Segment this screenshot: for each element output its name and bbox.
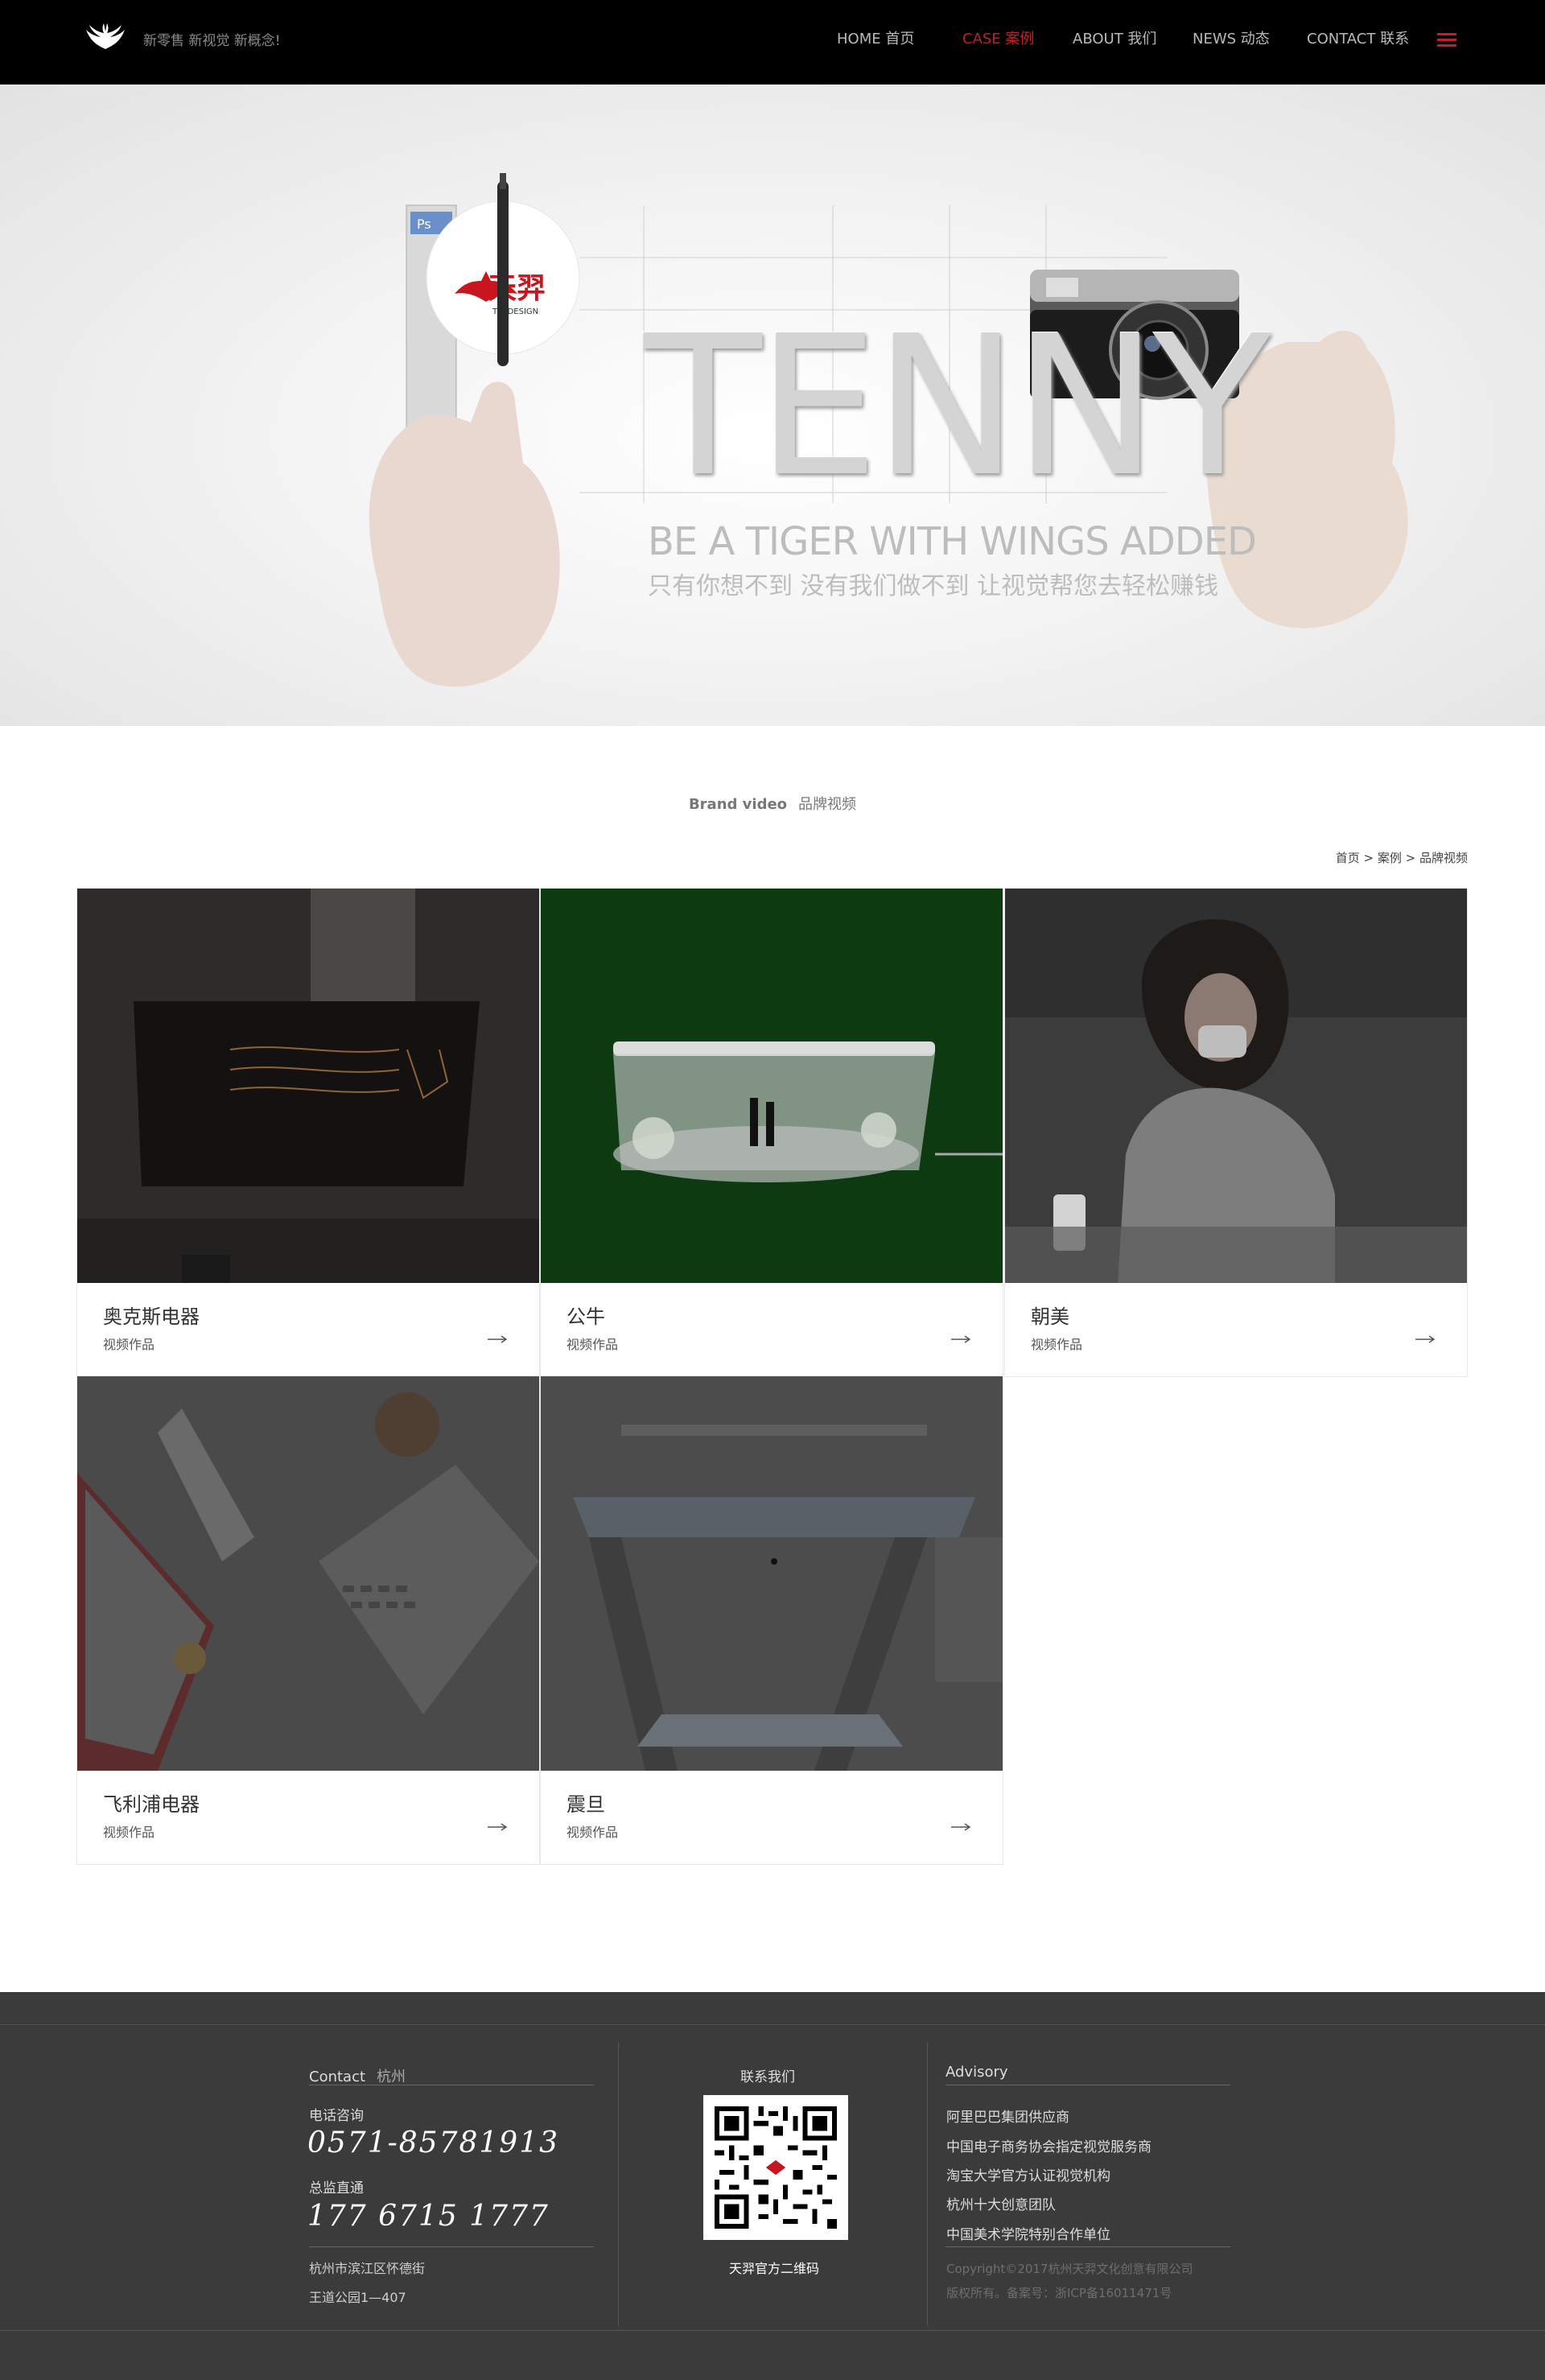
case-card-aurora[interactable]: 震旦 视频作品 [540,1376,1003,1865]
svg-text:Ps: Ps [417,217,431,232]
case-thumbnail[interactable] [77,1376,539,1771]
director-label: 总监直通 [309,2180,364,2196]
footer-divider [946,2246,1230,2247]
arrow-right-icon[interactable] [1415,1334,1436,1344]
copyright-line-2: 版权所有。备案号：浙ICP备16011471号 [946,2286,1172,2300]
phone-label: 电话咨询 [309,2108,364,2124]
advisory-item: 阿里巴巴集团供应商 [946,2110,1069,2126]
case-card-aux[interactable]: 奥克斯电器 视频作品 [76,888,540,1377]
qr-title: 联系我们 [740,2069,795,2085]
qr-caption: 天羿官方二维码 [729,2261,820,2276]
advisory-title: Advisory [946,2064,1008,2081]
main-nav: HOME 首页 CASE 案例 ABOUT 我们 NEWS 动态 CONTACT… [0,27,1545,52]
case-subtitle: 视频作品 [1031,1337,1083,1352]
case-card-bull[interactable]: 公牛 视频作品 [540,888,1003,1377]
case-card-philips[interactable]: 飞利浦电器 视频作品 [76,1376,540,1865]
banner-tagline-en: BE A TIGER WITH WINGS ADDED [648,519,1257,564]
footer-divider [927,2042,928,2325]
case-title[interactable]: 震旦 [566,1788,605,1817]
contact-city: 杭州 [377,2069,406,2085]
address-line-1: 杭州市滨江区怀德街 [309,2261,426,2276]
qr-code-image [703,2095,848,2240]
section-title: Brand video 品牌视频 [0,793,1545,814]
breadcrumb: 首页 > 案例 > 品牌视频 [1335,851,1468,865]
nav-news[interactable]: NEWS 动态 [1193,27,1270,48]
case-subtitle: 视频作品 [566,1825,619,1840]
nav-home[interactable]: HOME 首页 [837,27,914,48]
advisory-item: 中国电子商务协会指定视觉服务商 [946,2139,1152,2155]
site-header: 新零售 新视觉 新概念! HOME 首页 CASE 案例 ABOUT 我们 NE… [0,0,1545,85]
case-thumbnail[interactable] [541,1376,1003,1771]
case-subtitle: 视频作品 [566,1337,619,1352]
case-thumbnail[interactable] [1005,889,1467,1283]
advisory-item: 杭州十大创意团队 [946,2197,1056,2213]
contact-label: Contact [309,2069,366,2085]
breadcrumb-case[interactable]: 案例 [1378,851,1402,865]
phone-number[interactable]: 0571-85781913 [307,2126,559,2159]
arrow-right-icon[interactable] [951,1822,972,1832]
nav-case[interactable]: CASE 案例 [962,27,1034,48]
badge-brand-text: 天羿 [488,272,546,305]
nav-about[interactable]: ABOUT 我们 [1073,27,1156,48]
footer-divider [618,2042,619,2325]
site-footer: Contact 杭州 电话咨询 0571-85781913 总监直通 177 67… [0,1992,1545,2380]
breadcrumb-current: 品牌视频 [1419,851,1468,865]
case-subtitle: 视频作品 [103,1337,155,1352]
banner-tagline-cn: 只有你想不到 没有我们做不到 让视觉帮您去轻松赚钱 [648,572,1219,600]
case-title[interactable]: 朝美 [1031,1301,1069,1329]
case-title[interactable]: 公牛 [566,1301,605,1329]
case-subtitle: 视频作品 [103,1825,155,1840]
hamburger-menu-icon[interactable] [1437,33,1456,47]
section-title-en: Brand video [688,796,788,813]
banner-headline: TENNY [644,294,1271,519]
advisory-item: 中国美术学院特别合作单位 [946,2227,1110,2243]
address-line-2: 王道公园1—407 [309,2290,406,2305]
footer-contact-heading: Contact 杭州 [309,2065,406,2086]
hero-banner: Ps 天羿 T·Y·DESIGN TENNY BE A TIGER WITH W… [0,85,1545,726]
case-thumbnail[interactable] [541,889,1003,1283]
case-thumbnail[interactable] [77,889,539,1283]
case-title[interactable]: 奥克斯电器 [103,1301,200,1329]
nav-contact[interactable]: CONTACT 联系 [1307,27,1409,48]
arrow-right-icon[interactable] [488,1822,509,1832]
breadcrumb-home[interactable]: 首页 [1336,851,1360,865]
case-title[interactable]: 飞利浦电器 [103,1788,200,1817]
case-card-chaomei[interactable]: 朝美 视频作品 [1004,888,1468,1377]
footer-divider [309,2246,594,2247]
advisory-item: 淘宝大学官方认证视觉机构 [946,2168,1110,2184]
footer-divider [0,2330,1545,2331]
section-title-cn: 品牌视频 [798,796,857,813]
director-phone[interactable]: 177 6715 1777 [307,2200,550,2233]
arrow-right-icon[interactable] [951,1334,972,1344]
copyright-line-1: Copyright©2017杭州天羿文化创意有限公司 [946,2262,1193,2276]
footer-divider [0,2024,1545,2025]
arrow-right-icon[interactable] [488,1334,509,1344]
